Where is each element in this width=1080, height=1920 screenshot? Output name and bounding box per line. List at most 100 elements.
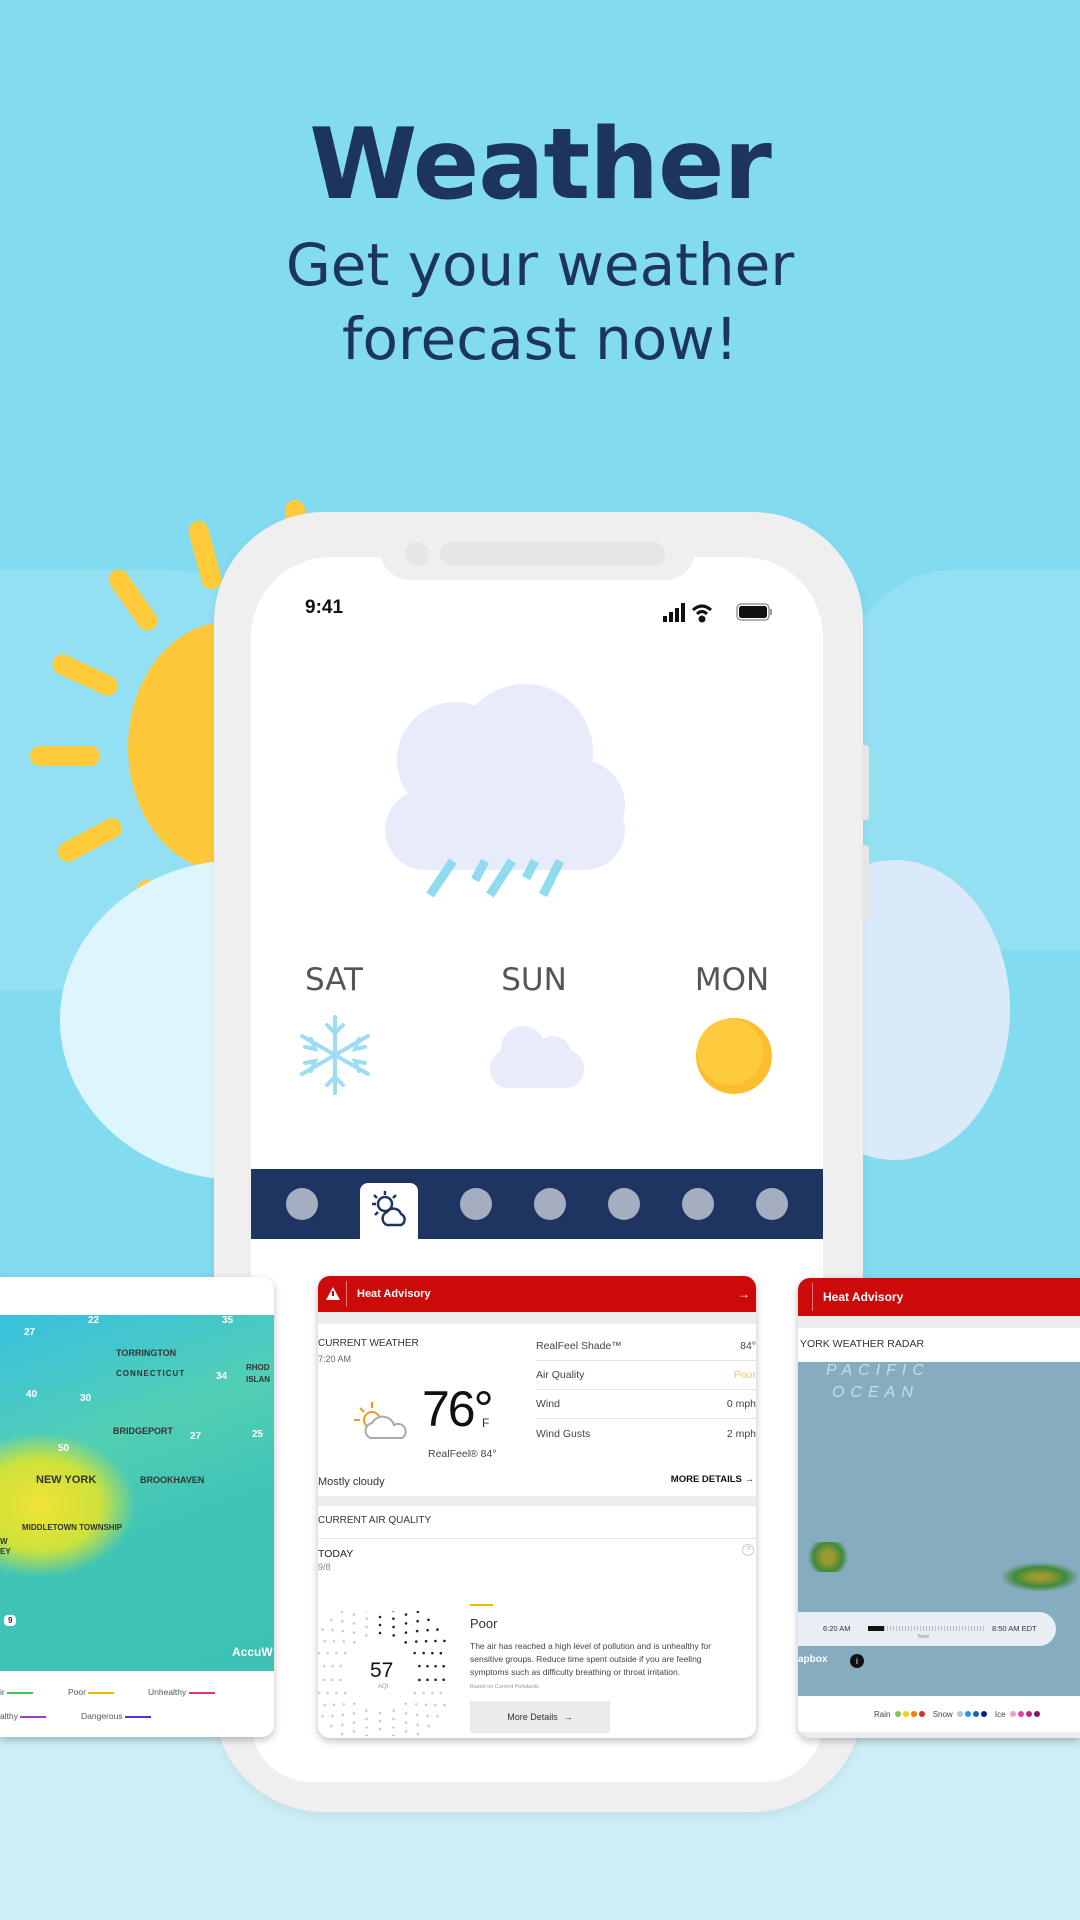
info-icon[interactable]: i	[850, 1654, 864, 1668]
aqi-gauge-dot	[414, 1640, 418, 1643]
aqi-gauge-dot	[321, 1715, 324, 1718]
map-attribution: AccuW	[232, 1645, 273, 1659]
aqi-gauge-dot	[365, 1709, 368, 1712]
nav-item[interactable]	[534, 1188, 566, 1220]
aqi-gauge-dot	[323, 1703, 326, 1707]
aqi-gauge-dot	[436, 1628, 439, 1631]
day-label-sat: SAT	[305, 962, 363, 998]
aqi-gauge-dot	[442, 1665, 445, 1668]
speaker	[440, 542, 665, 566]
aqi-gauge-dot	[434, 1639, 437, 1643]
map-label: ISLAN	[246, 1375, 270, 1384]
more-details-link[interactable]: MORE DETAILS →	[671, 1474, 754, 1485]
aqi-gauge-dot	[341, 1629, 345, 1633]
nav-item[interactable]	[460, 1188, 492, 1220]
detail-row: Wind 0 mph	[536, 1390, 756, 1419]
aqi-gauge-dot	[413, 1691, 416, 1695]
nav-item[interactable]	[756, 1188, 788, 1220]
legend-item: Snow	[933, 1710, 987, 1719]
aqi-gauge-dot	[422, 1651, 425, 1655]
temperature-unit: F	[482, 1416, 490, 1430]
aqi-gauge-dot	[341, 1723, 344, 1727]
ocean-label: OCEAN	[832, 1384, 919, 1401]
map-value: 30	[80, 1393, 92, 1404]
aqi-gauge-dot	[332, 1639, 336, 1643]
aqi-gauge-dot	[431, 1651, 434, 1655]
ocean-label: PACIFIC	[826, 1362, 930, 1379]
page-subtitle: Get your weather forecast now!	[285, 231, 795, 373]
aqi-gauge-dot	[404, 1622, 408, 1625]
aqi-gauge-dot	[392, 1717, 395, 1721]
legend-swatch	[894, 1710, 901, 1717]
aqi-gauge-dot	[352, 1721, 356, 1724]
arrow-right-icon: →	[738, 1287, 750, 1301]
aqi-gauge-dot	[415, 1713, 419, 1717]
heat-advisory-banner[interactable]: Heat Advisory	[798, 1278, 1080, 1316]
aqi-gauge-dot	[326, 1691, 329, 1695]
signal-icon	[663, 603, 685, 622]
aqi-gauge-dot	[331, 1678, 334, 1682]
aqi-gauge-dot	[352, 1631, 356, 1634]
map-label: CONNECTICUT	[116, 1369, 186, 1378]
aqi-gauge-dot	[426, 1714, 429, 1718]
timeline-handle[interactable]	[868, 1626, 884, 1631]
aqi-gauge-dot	[434, 1664, 437, 1668]
partly-cloudy-icon	[354, 1402, 407, 1439]
aqi-gauge-dot	[331, 1714, 334, 1718]
warning-icon	[326, 1287, 340, 1300]
current-weather-card: Heat Advisory → CURRENT WEATHER 7:20 AM …	[318, 1276, 756, 1738]
map-label: 9	[4, 1615, 17, 1626]
legend-item: ir	[0, 1687, 34, 1697]
aqi-gauge-dot	[416, 1611, 420, 1614]
map-value: 22	[88, 1315, 100, 1326]
rain-cloud-icon	[385, 684, 625, 898]
map-label: NEW YORK	[36, 1474, 97, 1486]
aqi-gauge-dot	[378, 1711, 382, 1715]
air-quality-map[interactable]: 27 22 35 40 30 34 50 27 25 TORRINGTON CO…	[0, 1315, 274, 1671]
aqi-description: The air has reached a high level of poll…	[470, 1641, 711, 1677]
aqi-gauge-dot	[352, 1712, 356, 1715]
aqi-gauge-dot	[365, 1625, 368, 1629]
nav-item[interactable]	[608, 1188, 640, 1220]
status-icons	[663, 603, 772, 623]
aqi-gauge-dot	[341, 1713, 345, 1717]
nav-item-weather[interactable]	[360, 1183, 418, 1239]
map-label: RHOD	[246, 1363, 270, 1372]
camera	[405, 542, 429, 566]
aqi-gauge-dot	[318, 1691, 321, 1695]
partly-cloudy-icon	[372, 1191, 406, 1227]
legend-item: Poor	[68, 1687, 115, 1697]
cloud-icon	[490, 1026, 584, 1088]
detail-row: Air Quality Poor	[536, 1361, 756, 1390]
current-weather-section: CURRENT WEATHER 7:20 AM 76° F RealFeel® …	[318, 1324, 756, 1496]
nav-item[interactable]	[286, 1188, 318, 1220]
aqi-gauge-dot	[416, 1723, 419, 1727]
nav-item[interactable]	[682, 1188, 714, 1220]
aqi-gauge-dot	[352, 1702, 356, 1705]
battery-icon	[736, 603, 772, 621]
snowflake-icon	[300, 1015, 370, 1095]
aqi-gauge-dot	[404, 1702, 408, 1705]
radar-timeline[interactable]: 6:20 AM Now 8:50 AM EDT	[798, 1612, 1056, 1646]
map-label: BRIDGEPORT	[113, 1426, 174, 1436]
aqi-gauge-dot	[323, 1664, 326, 1668]
map-value: 25	[252, 1429, 264, 1440]
aqi-gauge-dot	[378, 1727, 382, 1731]
radar-card: Heat Advisory YORK WEATHER RADAR PACIFIC…	[798, 1278, 1080, 1738]
legend-swatch	[964, 1710, 971, 1717]
radar-map[interactable]: PACIFIC OCEAN 6:20 AM Now 8:50 AM EDT ap…	[798, 1362, 1080, 1696]
legend-swatch	[956, 1710, 963, 1717]
more-details-button[interactable]: More Details →	[470, 1701, 610, 1733]
side-button	[861, 745, 869, 820]
map-value: 35	[222, 1315, 234, 1326]
aqi-gauge-dot	[340, 1611, 344, 1614]
aqi-gauge-dot	[330, 1618, 333, 1622]
legend-item: Rain	[874, 1710, 925, 1719]
aqi-gauge-dot	[342, 1703, 346, 1706]
aqi-gauge-dot	[335, 1651, 338, 1655]
observation-time: 7:20 AM	[318, 1354, 352, 1364]
heat-advisory-banner[interactable]: Heat Advisory →	[318, 1276, 756, 1312]
date-label: 9/8	[318, 1562, 331, 1572]
help-icon[interactable]: ?	[742, 1544, 754, 1556]
aqi-gauge-dot	[415, 1629, 419, 1633]
